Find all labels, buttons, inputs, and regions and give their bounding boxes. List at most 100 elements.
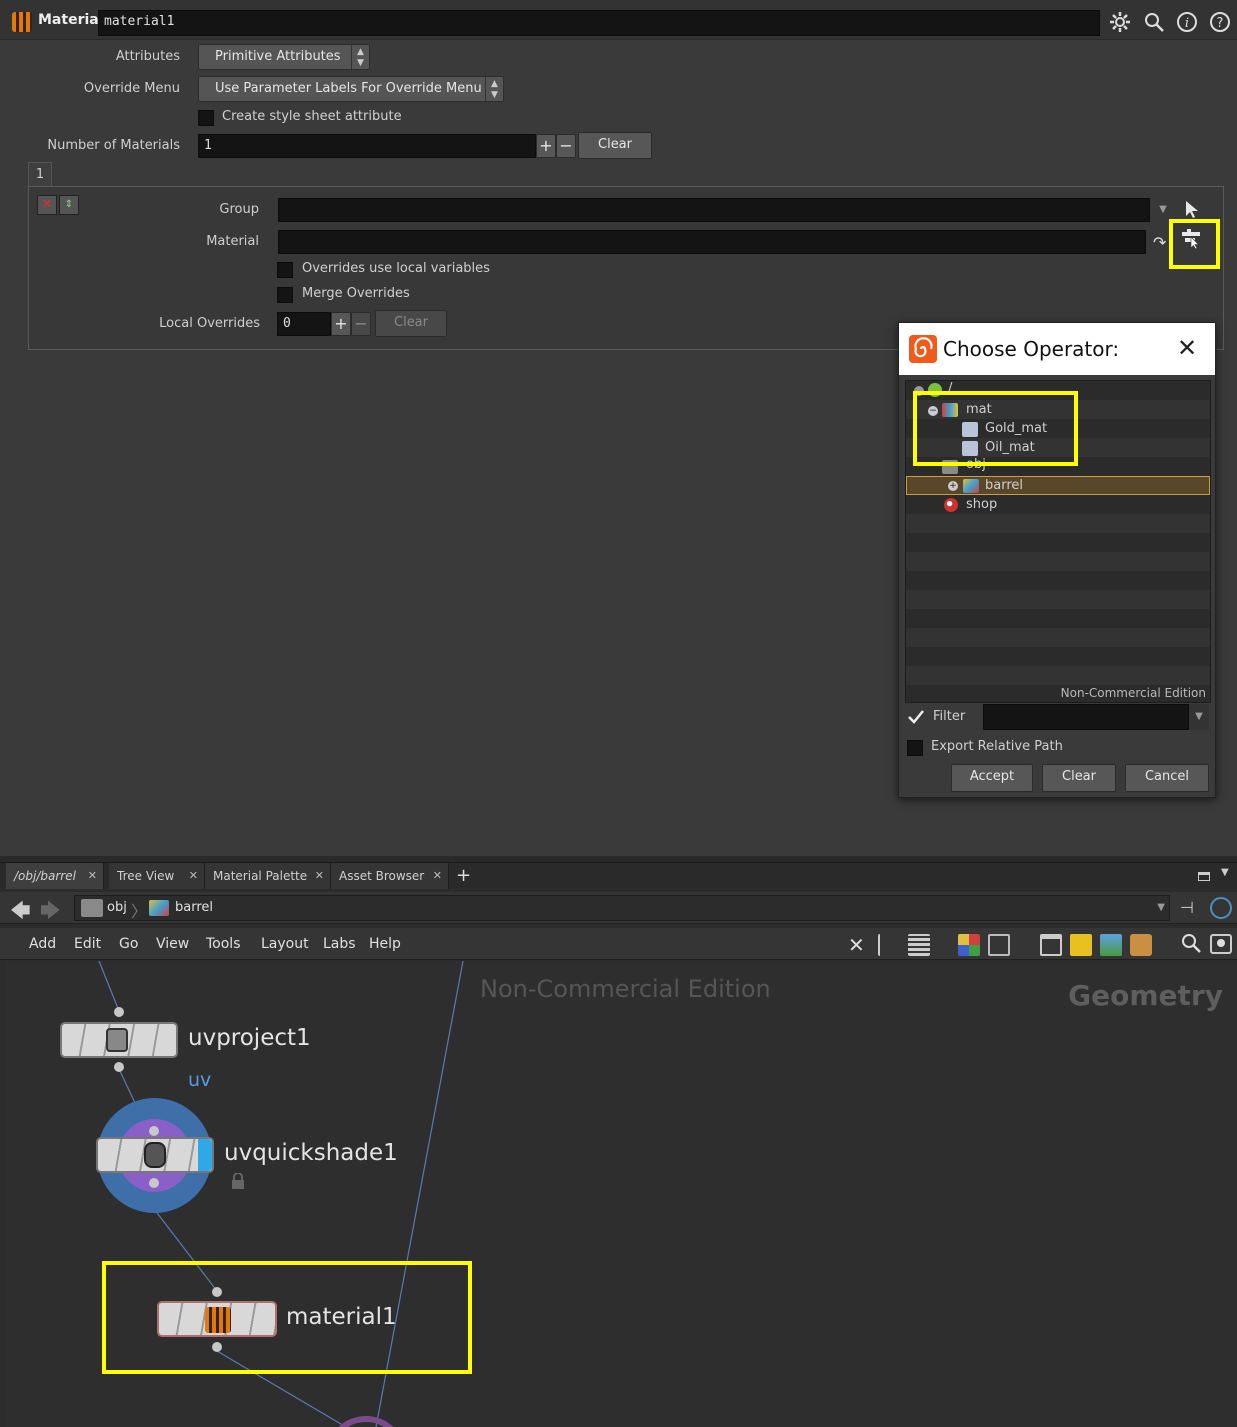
add-tab-icon[interactable]: +: [456, 863, 471, 889]
override-menu[interactable]: Use Parameter Labels For Override Menu ▲…: [198, 76, 504, 102]
network-menubar: Add Edit Go View Tools Layout Labs Help …: [0, 928, 1237, 960]
path-field[interactable]: obj 〉 barrel ▼: [74, 895, 1170, 921]
pane-tabbar: /obj/barrel ✕ Tree View ✕ Material Palette…: [0, 862, 1237, 889]
tree-layout-icon[interactable]: [878, 934, 900, 956]
node-label-material1[interactable]: material1: [286, 1304, 397, 1330]
output-port[interactable]: [114, 1062, 124, 1072]
node-label-uvquickshade1[interactable]: uvquickshade1: [224, 1140, 398, 1166]
select-arrow-icon[interactable]: [1184, 199, 1202, 223]
jump-to-operator-icon[interactable]: ↷: [1153, 233, 1166, 252]
asset-icon[interactable]: [1130, 934, 1152, 956]
tab-tree-view[interactable]: Tree View ✕: [109, 863, 205, 889]
remove-material-button[interactable]: −: [556, 134, 576, 158]
chevron-updown-icon: ▲ ▼: [351, 45, 369, 69]
cancel-button[interactable]: Cancel: [1125, 764, 1209, 792]
num-materials-field[interactable]: 1: [198, 134, 536, 158]
tab-material-palette[interactable]: Material Palette ✕: [205, 863, 331, 889]
path-root[interactable]: obj: [107, 900, 127, 915]
export-relative-checkbox[interactable]: [907, 740, 923, 756]
path-dropdown-icon[interactable]: ▼: [1157, 902, 1165, 913]
material-field[interactable]: [278, 230, 1146, 254]
menu-add[interactable]: Add: [29, 928, 56, 960]
overrides-local-checkbox[interactable]: [277, 262, 293, 278]
close-tab-icon[interactable]: ✕: [189, 863, 198, 889]
node-uvproject1[interactable]: [60, 1022, 178, 1058]
help-icon[interactable]: ?: [1206, 8, 1234, 36]
expand-icon[interactable]: +: [948, 481, 958, 491]
clear-overrides-button[interactable]: Clear: [375, 310, 447, 337]
network-box-icon[interactable]: [1040, 934, 1062, 956]
back-arrow-icon[interactable]: 🡄: [10, 896, 31, 930]
close-tab-icon[interactable]: ✕: [315, 863, 324, 889]
input-port[interactable]: [149, 1126, 159, 1136]
remove-block-icon[interactable]: ✕: [37, 195, 57, 215]
maximize-pane-icon[interactable]: [1198, 872, 1210, 881]
add-material-button[interactable]: +: [536, 134, 556, 158]
input-port[interactable]: [114, 1007, 124, 1017]
close-tab-icon[interactable]: ✕: [433, 863, 442, 889]
tab-1[interactable]: 1: [28, 162, 52, 187]
group-field[interactable]: [278, 198, 1150, 222]
menu-edit[interactable]: Edit: [74, 928, 101, 960]
context-label: Geometry: [1068, 979, 1223, 1012]
attributes-value: Primitive Attributes: [215, 49, 341, 64]
list-icon[interactable]: [908, 934, 930, 956]
clear-materials-button[interactable]: Clear: [578, 132, 652, 159]
menu-layout[interactable]: Layout: [261, 928, 309, 960]
zoom-icon[interactable]: [1180, 932, 1202, 958]
search-icon[interactable]: [1140, 8, 1168, 36]
add-override-button[interactable]: +: [331, 312, 351, 336]
tree-stripe: [906, 590, 1210, 609]
group-tag: uv: [188, 1069, 212, 1091]
local-overrides-field[interactable]: 0: [277, 312, 331, 336]
merge-overrides-checkbox[interactable]: [277, 287, 293, 303]
path-current[interactable]: barrel: [175, 900, 213, 915]
node-name-field[interactable]: material1: [98, 10, 1100, 36]
group-dropdown-icon[interactable]: ▼: [1151, 198, 1175, 222]
menu-labs[interactable]: Labs: [323, 928, 356, 960]
menu-tools[interactable]: Tools: [206, 928, 241, 960]
image-icon[interactable]: [1100, 934, 1122, 956]
display-flag[interactable]: [198, 1139, 212, 1171]
info-icon[interactable]: i: [1173, 8, 1201, 36]
dialog-clear-button[interactable]: Clear: [1042, 764, 1116, 792]
houdini-logo-icon: [909, 335, 937, 363]
node-uvquickshade1[interactable]: [96, 1137, 214, 1173]
node-label-uvproject1[interactable]: uvproject1: [188, 1025, 311, 1051]
remove-override-button[interactable]: −: [351, 312, 371, 336]
menu-go[interactable]: Go: [119, 928, 138, 960]
output-port[interactable]: [212, 1342, 222, 1352]
grid-icon[interactable]: [988, 934, 1010, 956]
collapse-icon[interactable]: −: [928, 406, 938, 416]
filter-field[interactable]: [983, 704, 1189, 730]
node-material1[interactable]: [157, 1301, 277, 1337]
close-tab-icon[interactable]: ✕: [88, 863, 97, 889]
close-icon[interactable]: ✕: [1177, 335, 1197, 361]
pin-icon[interactable]: ⊣: [1180, 898, 1194, 917]
menu-help[interactable]: Help: [369, 928, 401, 960]
forward-arrow-icon[interactable]: 🡆: [40, 896, 61, 930]
choose-operator-dialog: Choose Operator: ✕ / − mat Gold_mat Oil_…: [898, 322, 1216, 798]
tab-asset-browser[interactable]: Asset Browser ✕: [331, 863, 449, 889]
create-style-checkbox[interactable]: [198, 110, 214, 126]
color-palette-icon[interactable]: [958, 934, 980, 956]
attributes-menu[interactable]: Primitive Attributes ▲ ▼: [198, 44, 370, 70]
pane-menu-icon[interactable]: ▼: [1221, 867, 1229, 878]
insert-block-icon[interactable]: ⇕: [59, 195, 79, 215]
tab-obj-barrel[interactable]: /obj/barrel ✕: [6, 863, 104, 889]
link-icon[interactable]: [1210, 897, 1232, 919]
filter-dropdown-icon[interactable]: ▼: [1189, 704, 1209, 730]
output-port[interactable]: [149, 1178, 159, 1188]
network-canvas[interactable]: Non-Commercial Edition Geometry uvprojec…: [6, 961, 1237, 1427]
tree-stripe: [906, 552, 1210, 571]
group-label: Group: [219, 202, 259, 217]
gear-icon[interactable]: [1106, 8, 1134, 36]
accept-button[interactable]: Accept: [951, 764, 1033, 792]
sticky-note-icon[interactable]: [1070, 934, 1092, 956]
operator-chooser-icon[interactable]: [1179, 227, 1203, 255]
menu-view[interactable]: View: [156, 928, 189, 960]
input-port[interactable]: [212, 1287, 222, 1297]
eye-icon[interactable]: [1210, 934, 1232, 954]
checkmark-icon[interactable]: [907, 709, 925, 725]
wrench-icon[interactable]: ✕: [848, 933, 865, 957]
